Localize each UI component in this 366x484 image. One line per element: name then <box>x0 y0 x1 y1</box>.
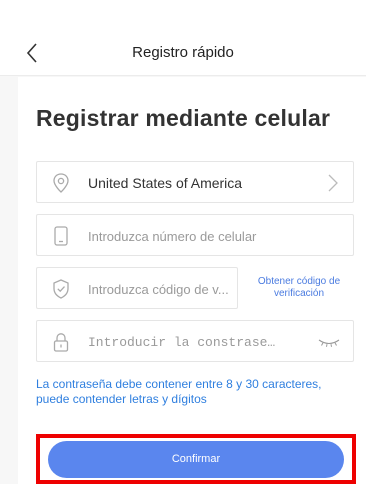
get-verification-code-link[interactable]: Obtener código de verificación <box>246 276 352 300</box>
phone-icon <box>54 226 68 246</box>
verification-code-input[interactable]: Introduzca código de v... <box>88 282 229 297</box>
phone-field[interactable]: Introduzca número de celular <box>36 214 354 256</box>
location-pin-icon <box>53 173 69 193</box>
verification-code-field[interactable]: Introduzca código de v... <box>36 267 238 309</box>
shield-check-icon <box>53 279 69 299</box>
confirm-button[interactable]: Confirmar <box>48 441 344 478</box>
eye-closed-icon[interactable] <box>317 337 341 347</box>
phone-input[interactable]: Introduzca número de celular <box>88 229 256 244</box>
country-selector[interactable]: United States of America <box>36 161 354 203</box>
password-requirements-hint: La contraseña debe contener entre 8 y 30… <box>36 377 322 406</box>
lock-icon <box>53 333 69 352</box>
header-bar: Registro rápido <box>0 0 366 76</box>
password-input[interactable]: Introducir la constrase… <box>88 335 275 350</box>
page-header-title: Registro rápido <box>132 44 234 61</box>
password-field[interactable]: Introducir la constrase… <box>36 320 354 362</box>
chevron-right-icon <box>328 174 338 192</box>
country-value: United States of America <box>88 175 243 191</box>
page-title: Registrar mediante celular <box>36 105 331 131</box>
